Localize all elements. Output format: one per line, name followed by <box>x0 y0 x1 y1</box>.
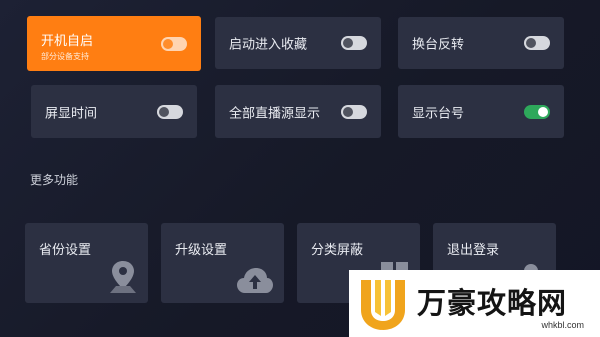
watermark-title: 万豪攻略网 <box>417 286 568 320</box>
feature-upgrade-settings[interactable]: 升级设置 <box>161 223 284 303</box>
setting-show-all-sources-label: 全部直播源显示 <box>229 106 321 121</box>
feature-province-settings-label: 省份设置 <box>39 243 92 258</box>
feature-category-block-label: 分类屏蔽 <box>311 243 364 258</box>
setting-show-channel-number-label: 显示台号 <box>412 106 465 121</box>
autostart-toggle[interactable] <box>161 36 187 51</box>
watermark-url: whkbl.com <box>541 320 584 330</box>
more-features-title: 更多功能 <box>30 173 79 187</box>
setting-open-favorites[interactable]: 启动进入收藏 <box>215 17 381 69</box>
toggle-knob <box>343 38 353 48</box>
show-channel-number-toggle[interactable] <box>524 104 550 119</box>
toggle-knob <box>538 106 548 117</box>
feature-upgrade-settings-label: 升级设置 <box>175 243 228 258</box>
setting-screen-time[interactable]: 屏显时间 <box>31 85 197 138</box>
setting-show-channel-number[interactable]: 显示台号 <box>398 85 564 138</box>
toggle-knob <box>343 106 353 117</box>
watermark-banner: 万豪攻略网 whkbl.com <box>349 270 600 337</box>
setting-reverse-channel[interactable]: 换台反转 <box>398 17 564 69</box>
screen-time-toggle[interactable] <box>157 104 183 119</box>
reverse-channel-toggle[interactable] <box>524 36 550 50</box>
cloud-upload-icon <box>237 268 273 293</box>
setting-open-favorites-label: 启动进入收藏 <box>229 37 308 53</box>
feature-province-settings[interactable]: 省份设置 <box>25 223 148 303</box>
setting-autostart-label: 开机自启 <box>41 34 94 49</box>
open-favorites-toggle[interactable] <box>341 36 367 50</box>
setting-show-all-sources[interactable]: 全部直播源显示 <box>215 85 381 138</box>
watermark-logo-icon <box>361 280 405 330</box>
setting-autostart-sublabel: 部分设备支持 <box>41 52 89 61</box>
show-all-sources-toggle[interactable] <box>341 104 367 119</box>
feature-logout-label: 退出登录 <box>447 243 500 258</box>
map-pin-icon <box>110 261 136 293</box>
toggle-knob <box>159 106 169 117</box>
toggle-knob <box>163 38 173 49</box>
setting-screen-time-label: 屏显时间 <box>45 106 98 121</box>
setting-reverse-channel-label: 换台反转 <box>412 37 465 53</box>
toggle-knob <box>526 38 536 48</box>
setting-autostart[interactable]: 开机自启 部分设备支持 <box>27 16 201 71</box>
